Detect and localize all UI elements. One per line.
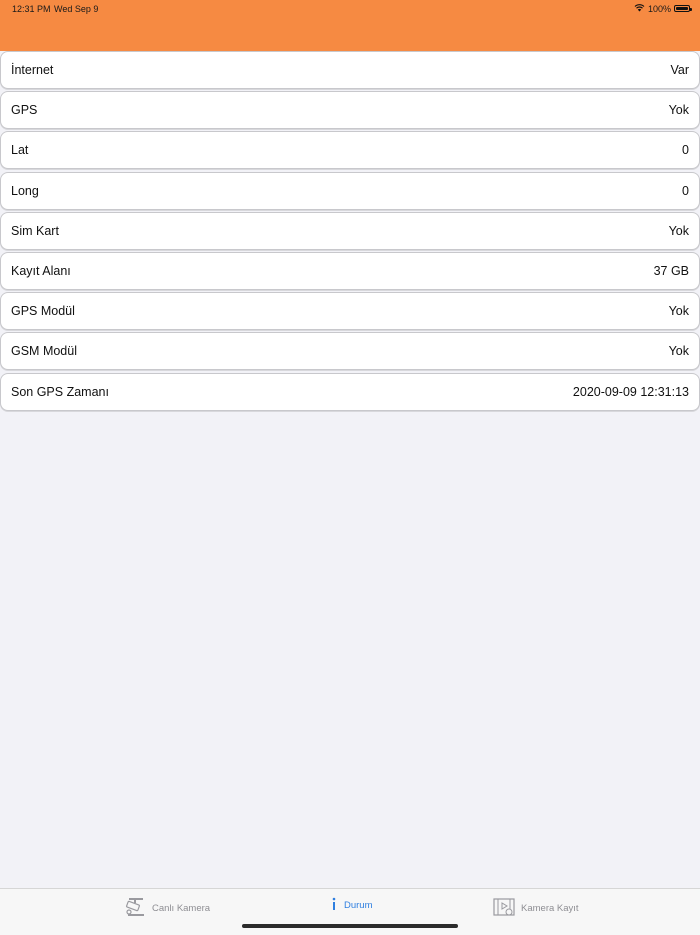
status-row-kayit-alani: Kayıt Alanı 37 GB (0, 251, 700, 290)
row-value: 0 (682, 143, 689, 158)
row-label: İnternet (11, 63, 54, 77)
row-label: GSM Modül (11, 344, 77, 359)
status-row-lat: Lat 0 (0, 131, 700, 170)
info-icon (330, 897, 338, 914)
row-label: Kayıt Alanı (11, 263, 71, 278)
tab-label: Canlı Kamera (152, 903, 211, 914)
status-time: 12:31 PM (12, 4, 51, 14)
row-value: 0 (682, 183, 689, 198)
battery-icon (674, 5, 692, 12)
status-row-internet: İnternet Var (0, 51, 700, 89)
home-indicator (242, 924, 458, 928)
tab-canli-kamera[interactable]: Canlı Kamera (124, 897, 210, 920)
tab-label: Kamera Kayıt (521, 903, 579, 914)
row-label: Lat (11, 143, 29, 158)
tab-label: Durum (344, 900, 373, 911)
row-value: Yok (668, 344, 689, 359)
status-row-gps: GPS Yok (0, 91, 700, 130)
wifi-icon (634, 3, 645, 14)
status-bar: 12:31 PM Wed Sep 9 100% (0, 0, 700, 18)
film-icon (493, 897, 515, 920)
row-value: Yok (668, 304, 689, 319)
row-label: GPS (11, 103, 38, 118)
status-row-long: Long 0 (0, 171, 700, 210)
status-date: Wed Sep 9 (54, 4, 99, 14)
camera-icon (124, 897, 146, 920)
tab-durum[interactable]: Durum (330, 897, 373, 914)
battery-percent: 100% (647, 3, 671, 14)
status-right: 100% (634, 3, 692, 14)
row-label: Sim Kart (11, 223, 59, 238)
header-bar: 12:31 PM Wed Sep 9 100% (0, 0, 700, 51)
row-value: Yok (668, 103, 689, 118)
status-row-gps-modul: GPS Modül Yok (0, 292, 700, 331)
status-row-gsm-modul: GSM Modül Yok (0, 332, 700, 371)
tab-kamera-kayit[interactable]: Kamera Kayıt (493, 897, 579, 920)
row-label: Long (11, 183, 39, 198)
status-row-son-gps-zamani: Son GPS Zamanı 2020-09-09 12:31:13 (0, 372, 700, 411)
row-value: Var (670, 63, 689, 77)
row-value: Yok (668, 223, 689, 238)
row-value: 2020-09-09 12:31:13 (572, 384, 689, 399)
row-label: Son GPS Zamanı (11, 384, 109, 399)
status-row-sim-kart: Sim Kart Yok (0, 211, 700, 250)
status-list: İnternet Var GPS Yok Lat 0 Long 0 Sim Ka… (0, 51, 700, 413)
row-label: GPS Modül (11, 304, 75, 319)
row-value: 37 GB (653, 263, 689, 278)
